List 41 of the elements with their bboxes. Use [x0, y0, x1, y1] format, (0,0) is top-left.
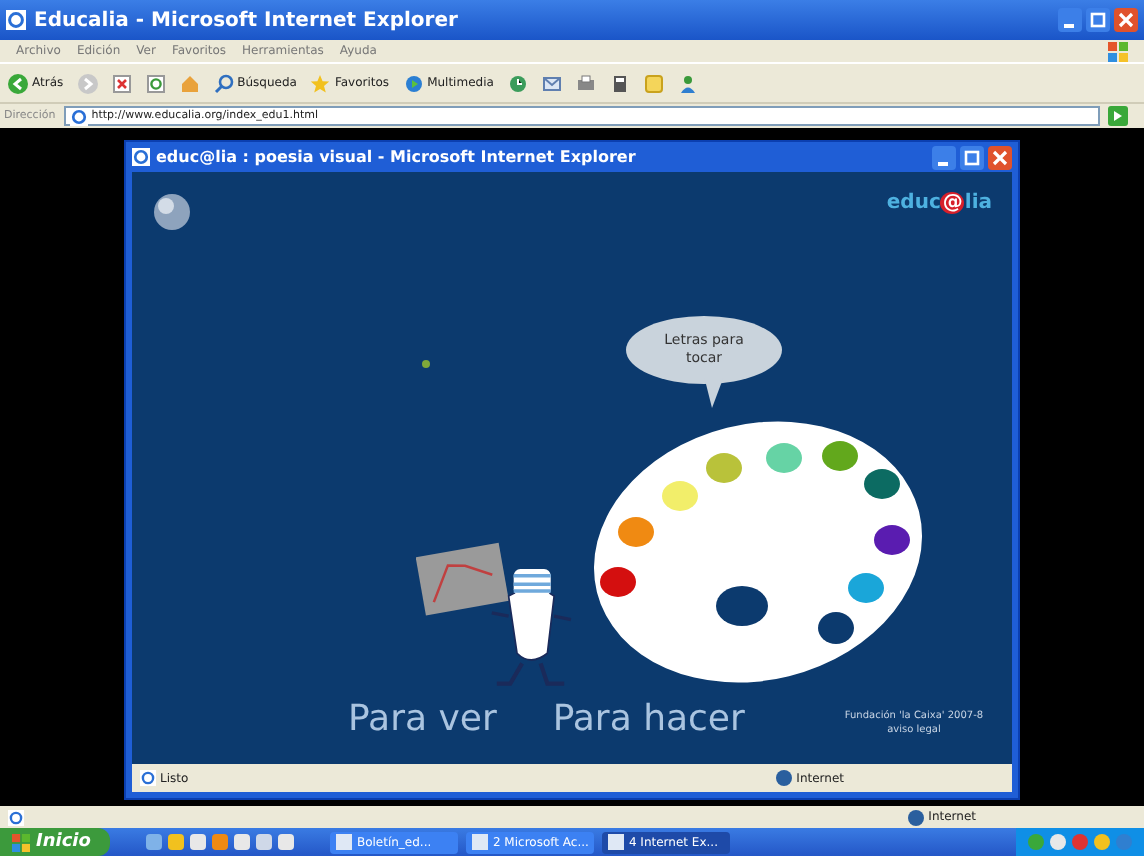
browser-icon [6, 10, 26, 30]
house-icon [179, 73, 200, 93]
person-icon [677, 73, 698, 93]
educalia-logo: educ@lia [886, 192, 992, 214]
page-icon [69, 107, 88, 125]
window-icon [472, 834, 489, 850]
browser-icon [132, 148, 150, 166]
window-icon [336, 834, 353, 850]
search-icon [213, 73, 234, 93]
maximize-icon [1086, 8, 1110, 32]
clock-icon [507, 73, 528, 93]
stop-button[interactable] [107, 73, 136, 93]
windows-flag-icon [12, 833, 30, 851]
popup-title: educ@lia : poesia visual - Microsoft Internet Explorer [156, 148, 638, 166]
star-dot-icon [422, 360, 430, 368]
star-icon [310, 73, 331, 93]
page-icon [8, 809, 24, 825]
document-icon [609, 73, 630, 93]
close-icon [988, 145, 1012, 169]
windows-flag-icon [1108, 41, 1128, 61]
menu-link[interactable]: Para ver [348, 698, 497, 740]
window-title: Educalia - Microsoft Internet Explorer [34, 9, 460, 31]
minimize-icon [1058, 8, 1082, 32]
envelope-button[interactable] [537, 73, 566, 93]
window-icon [608, 834, 625, 850]
arrow-left-icon [8, 73, 28, 93]
media-icon [403, 73, 424, 93]
note-icon [643, 73, 664, 93]
go-arrow-icon [1108, 106, 1128, 126]
minimize-icon [932, 145, 956, 169]
arrow-right-icon [77, 73, 98, 93]
envelope-icon [541, 73, 562, 93]
refresh-icon [145, 73, 166, 93]
start-button[interactable]: Inicio [0, 828, 111, 856]
close-icon [1114, 8, 1138, 32]
page-icon [140, 770, 156, 786]
menu-link[interactable]: Para hacer [552, 698, 745, 740]
refresh-button[interactable] [141, 73, 170, 93]
maximize-icon [960, 145, 984, 169]
stop-icon [111, 73, 132, 93]
printer-icon [575, 73, 596, 93]
